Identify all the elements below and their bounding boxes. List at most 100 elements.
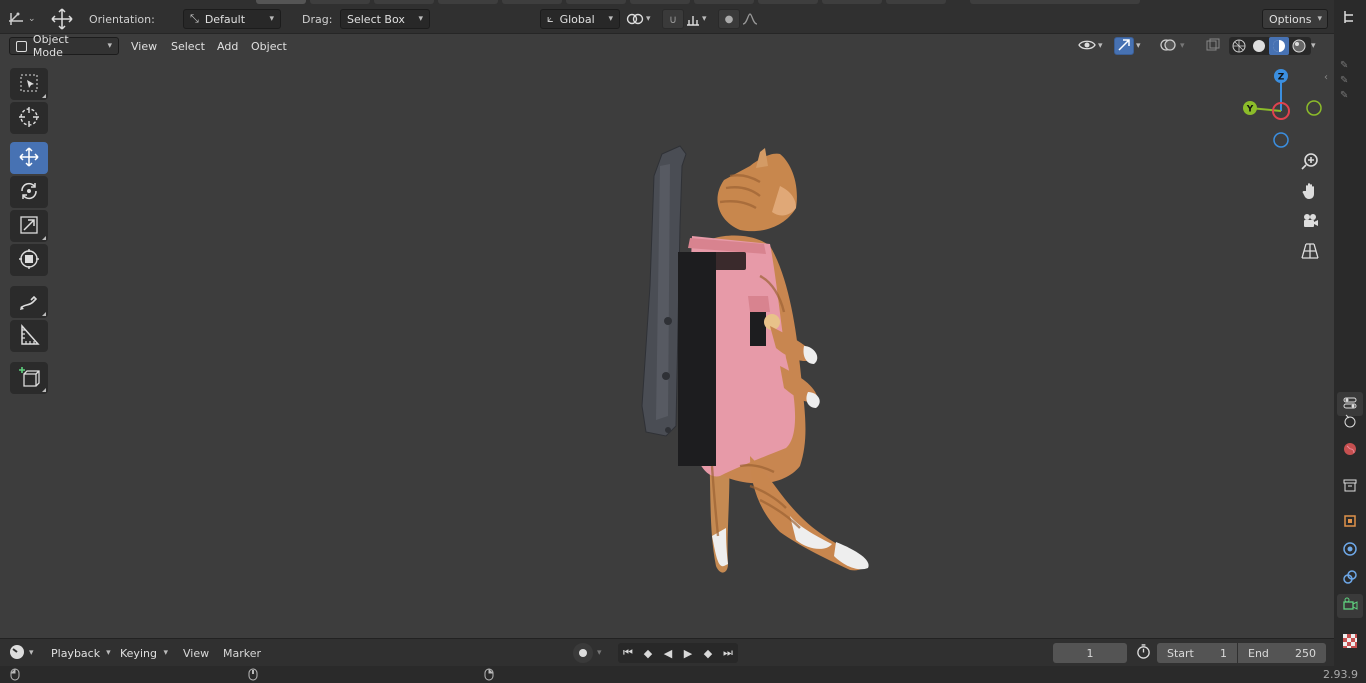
orientation-dropdown[interactable]: ⤡ Default ▾ [183,9,281,29]
drag-dropdown[interactable]: Select Box ▾ [340,9,430,29]
timeline-view-menu[interactable]: View [183,643,209,663]
jump-end-button[interactable]: ⏭ [718,646,738,660]
measure-tool[interactable] [10,320,48,352]
material-preview-button[interactable] [1269,37,1289,55]
play-button[interactable]: ▶ [678,647,698,660]
tab-render[interactable] [1337,410,1363,434]
editor-type-button[interactable]: ⌄ [8,9,42,29]
start-frame-field[interactable]: Start 1 [1157,643,1237,663]
tool-options-corner [42,312,46,316]
3d-viewport[interactable]: Z Y ✎ ✎ ✎ ‹ [0,56,1348,638]
rendered-shading-button[interactable] [1289,39,1309,53]
workspace-tab[interactable] [822,0,882,4]
move-arrows-icon [50,8,74,30]
chevron-down-icon: ▾ [646,14,651,24]
end-frame-field[interactable]: End 250 [1238,643,1326,663]
rotate-tool[interactable] [10,176,48,208]
pan-button[interactable] [1298,180,1322,204]
gizmo-dropdown[interactable]: ▾ [1136,37,1150,55]
camera-view-button[interactable] [1298,210,1322,234]
tab-data[interactable] [1337,594,1363,618]
timeline-marker-menu[interactable]: Marker [223,643,261,663]
cursor-tool[interactable] [10,102,48,134]
solid-shading-button[interactable] [1249,39,1269,53]
workspace-tab[interactable] [374,0,434,4]
chevron-down-icon: ▾ [1311,41,1316,51]
workspace-tab[interactable] [758,0,818,4]
mouse-left-icon [10,668,20,683]
pivot-point-dropdown[interactable]: ▾ [626,9,658,29]
drag-value: Select Box [347,12,405,26]
chevron-down-icon: ▾ [597,648,602,658]
render-icon [1342,413,1358,432]
playback-menu[interactable]: Playback ▾ [45,643,115,663]
keying-menu[interactable]: Keying ▾ [114,643,174,663]
scale-tool[interactable] [10,210,48,242]
gizmo-neg-y[interactable] [1306,100,1322,116]
play-reverse-button[interactable]: ◀ [658,647,678,660]
xray-toggle[interactable] [1206,37,1224,55]
falloff-dropdown[interactable] [742,9,768,29]
workspace-tab[interactable] [970,0,1140,4]
workspace-tab[interactable] [886,0,946,4]
perspective-toggle-button[interactable] [1298,240,1322,264]
workspace-tab[interactable] [502,0,562,4]
sidebar-expand-arrow-icon[interactable]: ‹ [1324,72,1328,83]
zoom-button[interactable] [1298,150,1322,174]
menu-add[interactable]: Add [217,37,238,55]
zoom-icon [1301,152,1319,173]
navigation-gizmo[interactable]: Z Y [1234,66,1326,156]
workspace-tab[interactable] [256,0,306,4]
pin-icon[interactable]: ✎ [1340,90,1356,101]
auto-keying-toggle[interactable]: ▾ [573,643,607,663]
workspace-tab[interactable] [566,0,626,4]
outliner-toggle[interactable] [1340,8,1360,28]
tab-texture[interactable] [1337,630,1363,654]
tab-constraints[interactable] [1337,566,1363,590]
tab-collection[interactable] [1337,474,1363,498]
cat-model[interactable] [600,136,900,586]
move-tool[interactable] [10,142,48,174]
overlays-dropdown[interactable]: ▾ [1160,37,1192,55]
annotate-tool[interactable] [10,286,48,318]
jump-start-button[interactable]: ⏮ [618,646,638,660]
transform-orientation-dropdown[interactable]: ⟀ Global ▾ [540,9,620,29]
pivot-link-icon [626,12,644,26]
shading-dropdown[interactable]: ▾ [1311,37,1325,55]
tab-object[interactable] [1337,510,1363,534]
visibility-dropdown[interactable]: ▾ [1078,37,1108,55]
move-icon [18,146,40,171]
gizmo-toggle[interactable] [1114,37,1134,55]
shading-modes [1229,37,1311,55]
workspace-tab[interactable] [310,0,370,4]
workspace-tab[interactable] [630,0,690,4]
wireframe-shading-button[interactable] [1229,39,1249,53]
select-box-tool[interactable] [10,68,48,100]
snap-target-dropdown[interactable]: ▾ [686,9,714,29]
transform-tool[interactable] [10,244,48,276]
menu-select[interactable]: Select [171,37,205,55]
pin-icon[interactable]: ✎ [1340,75,1356,86]
preview-range-toggle[interactable] [1134,643,1152,663]
workspace-tab[interactable] [438,0,498,4]
gizmo-neg-z[interactable] [1273,132,1289,148]
menu-object[interactable]: Object [251,37,287,55]
snap-toggle[interactable]: ∪ [662,9,684,29]
proportional-editing-toggle[interactable]: ● [718,9,740,29]
workspace-tab[interactable] [694,0,754,4]
add-cube-icon [18,366,40,391]
orientation-icon: ⤡ [190,12,199,25]
gizmo-z-label: Z [1278,73,1285,83]
menu-view[interactable]: View [131,37,157,55]
add-cube-tool[interactable] [10,362,48,394]
tab-world[interactable] [1337,438,1363,462]
options-dropdown[interactable]: Options ▾ [1262,9,1328,29]
jump-keyframe-forward-button[interactable]: ◆ [698,647,718,660]
jump-keyframe-back-button[interactable]: ◆ [638,647,658,660]
current-frame-field[interactable]: 1 [1053,643,1127,663]
pin-icon[interactable]: ✎ [1340,60,1356,71]
timeline-editor-type[interactable]: ▾ [9,643,41,663]
chevron-down-icon: ▾ [29,648,34,658]
mode-dropdown[interactable]: Object Mode ▾ [9,33,119,59]
tab-physics[interactable] [1337,538,1363,562]
